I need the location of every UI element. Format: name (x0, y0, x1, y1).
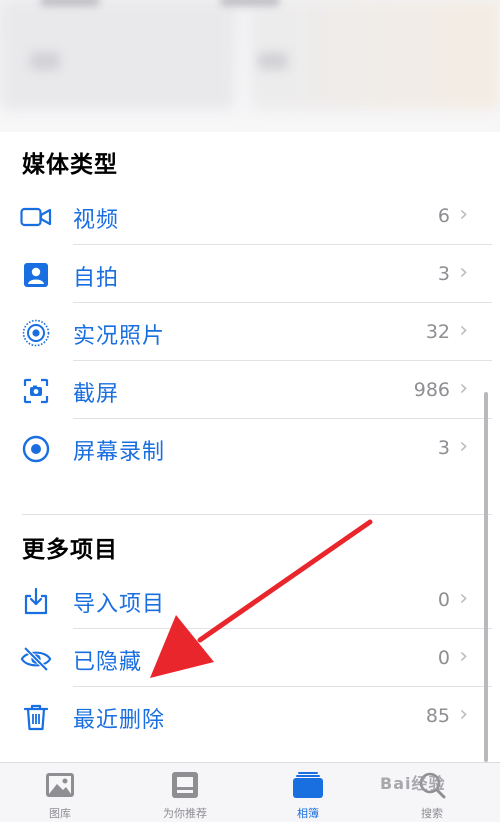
blurred-shape (40, 0, 100, 6)
row-live-photos[interactable]: 实况照片 32 › (0, 304, 500, 362)
row-count: 986 (413, 379, 450, 401)
section-title-more-items: 更多项目 (22, 537, 118, 563)
tab-for-you[interactable]: 为你推荐 (135, 769, 235, 821)
divider (73, 686, 492, 687)
screenshot-icon (20, 376, 52, 406)
for-you-icon (169, 771, 201, 799)
divider (73, 418, 492, 419)
row-label: 视频 (73, 208, 120, 233)
row-count: 0 (437, 647, 450, 669)
chevron-right-icon: › (459, 376, 468, 401)
row-screen-recordings[interactable]: 屏幕录制 3 › (0, 420, 500, 478)
tab-albums[interactable]: 相簿 (258, 769, 358, 821)
divider (73, 628, 492, 629)
row-screenshots[interactable]: 截屏 986 › (0, 362, 500, 420)
tab-label: 搜索 (421, 807, 443, 820)
section-title-media-types: 媒体类型 (22, 152, 118, 178)
chevron-right-icon: › (459, 202, 468, 227)
chevron-right-icon: › (459, 586, 468, 611)
trash-icon (20, 702, 52, 732)
row-count: 32 (425, 321, 450, 343)
chevron-right-icon: › (459, 644, 468, 669)
blurred-album-title (258, 52, 288, 70)
row-label: 实况照片 (73, 324, 166, 349)
row-label: 导入项目 (73, 592, 166, 617)
chevron-right-icon: › (459, 318, 468, 343)
tab-label: 图库 (49, 807, 71, 820)
row-label: 屏幕录制 (73, 440, 166, 465)
photo-library-icon (44, 771, 76, 799)
row-label: 自拍 (73, 266, 120, 291)
screen-recording-icon (20, 434, 52, 464)
video-icon (20, 202, 52, 232)
chevron-right-icon: › (459, 434, 468, 459)
row-selfies[interactable]: 自拍 3 › (0, 246, 500, 304)
selfie-portrait-icon (20, 260, 52, 290)
watermark: Bai经验 (380, 774, 446, 793)
row-label: 最近删除 (73, 708, 166, 733)
chevron-right-icon: › (459, 702, 468, 727)
row-label: 已隐藏 (73, 650, 143, 675)
tab-label: 相簿 (297, 807, 319, 820)
live-photo-icon (20, 318, 52, 348)
hidden-eye-slash-icon (20, 644, 52, 674)
row-count: 0 (437, 589, 450, 611)
divider (73, 302, 492, 303)
divider (73, 244, 492, 245)
row-video[interactable]: 视频 6 › (0, 188, 500, 246)
divider (73, 360, 492, 361)
row-count: 3 (437, 437, 450, 459)
row-label: 截屏 (73, 382, 120, 407)
row-count: 85 (425, 705, 450, 727)
section-divider (22, 514, 492, 515)
blurred-album-title (30, 52, 60, 70)
albums-icon (292, 771, 324, 799)
row-hidden[interactable]: 已隐藏 0 › (0, 630, 500, 688)
tab-label: 为你推荐 (163, 807, 207, 820)
import-icon (20, 586, 52, 616)
album-thumbnails-blurred (0, 0, 500, 132)
row-recently-deleted[interactable]: 最近删除 85 › (0, 688, 500, 746)
row-count: 3 (437, 263, 450, 285)
tab-library[interactable]: 图库 (10, 769, 110, 821)
blurred-shape (220, 0, 280, 6)
row-imports[interactable]: 导入项目 0 › (0, 572, 500, 630)
row-count: 6 (437, 205, 450, 227)
chevron-right-icon: › (459, 260, 468, 285)
scrollbar[interactable] (484, 392, 488, 762)
